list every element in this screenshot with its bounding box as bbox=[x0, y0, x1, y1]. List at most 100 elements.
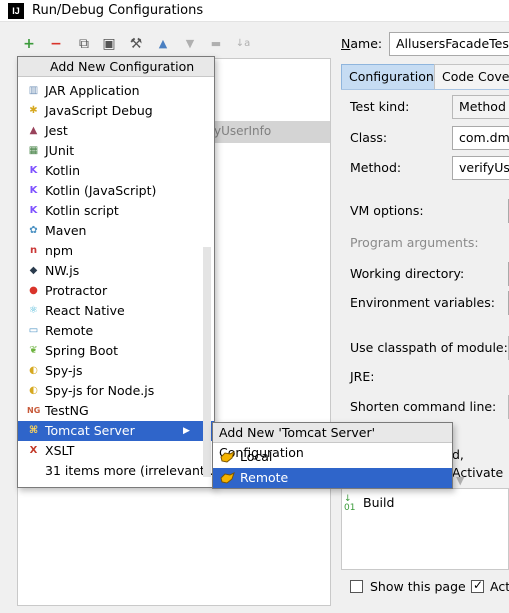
maven-icon: ✿ bbox=[29, 225, 38, 236]
menu-item-label: JavaScript Debug bbox=[45, 103, 153, 118]
menu-item-kotlin-js[interactable]: K Kotlin (JavaScript) bbox=[18, 181, 214, 201]
menu-item-kotlin-script[interactable]: K Kotlin script bbox=[18, 201, 214, 221]
menu-item-spy-js-node[interactable]: ◐ Spy-js for Node.js bbox=[18, 381, 214, 401]
menu-item-maven[interactable]: ✿ Maven bbox=[18, 221, 214, 241]
protractor-icon: ● bbox=[29, 285, 38, 296]
intellij-app-icon: IJ bbox=[8, 3, 24, 19]
nwjs-icon: ◆ bbox=[29, 265, 38, 276]
menu-item-label: Spring Boot bbox=[45, 343, 119, 358]
before-launch-list[interactable]: ↓ 01 Build bbox=[341, 488, 509, 570]
menu-item-kotlin[interactable]: K Kotlin bbox=[18, 161, 214, 181]
kotlin-icon: K bbox=[29, 165, 38, 176]
menu-item-label: XSLT bbox=[45, 443, 75, 458]
menu-item-label: NW.js bbox=[45, 263, 80, 278]
npm-icon: n bbox=[29, 245, 38, 256]
name-field[interactable]: AllusersFacadeTest.v bbox=[389, 32, 509, 56]
name-label: Name: bbox=[341, 36, 383, 51]
program-arguments-label: Program arguments: bbox=[350, 235, 479, 250]
menu-item-label: Kotlin script bbox=[45, 203, 119, 218]
menu-item-npm[interactable]: n npm bbox=[18, 241, 214, 261]
class-label: Class: bbox=[350, 130, 388, 145]
tomcat-server-submenu[interactable]: Add New 'Tomcat Server' Configuration Lo… bbox=[212, 422, 453, 489]
menu-item-js-debug[interactable]: ✱ JavaScript Debug bbox=[18, 101, 214, 121]
menu-item-label: Kotlin (JavaScript) bbox=[45, 183, 157, 198]
sort-icon[interactable]: ↓a bbox=[233, 33, 253, 55]
selected-configuration-row[interactable]: yUserInfo bbox=[214, 121, 330, 143]
menu-item-label: Protractor bbox=[45, 283, 108, 298]
show-this-page-checkbox[interactable] bbox=[350, 580, 363, 593]
jar-icon: ▥ bbox=[28, 85, 39, 96]
window-title: Run/Debug Configurations bbox=[32, 3, 204, 18]
build-icon: ↓ 01 bbox=[344, 494, 356, 513]
menu-item-label: 31 items more (irrelevant)... bbox=[45, 463, 222, 478]
submenu-arrow-icon: ▶ bbox=[183, 426, 190, 436]
copy-icon[interactable]: ⧉ bbox=[74, 33, 94, 55]
tab-underline bbox=[341, 89, 509, 90]
tab-code-coverage[interactable]: Code Cover bbox=[434, 64, 509, 89]
remote-icon: ▭ bbox=[28, 325, 39, 336]
spy-js-node-icon: ◐ bbox=[29, 385, 38, 396]
submenu-header: Add New 'Tomcat Server' Configuration bbox=[213, 423, 452, 460]
menu-item-protractor[interactable]: ● Protractor bbox=[18, 281, 214, 301]
menu-item-nwjs[interactable]: ◆ NW.js bbox=[18, 261, 214, 281]
menu-item-label: Maven bbox=[45, 223, 87, 238]
environment-variables-label: Environment variables: bbox=[350, 295, 495, 310]
react-native-icon: ⚛ bbox=[29, 305, 38, 316]
tomcat-local-icon bbox=[220, 450, 235, 463]
build-item[interactable]: Build bbox=[363, 494, 394, 512]
save-icon[interactable]: ▣ bbox=[99, 33, 119, 55]
selected-configuration-label: yUserInfo bbox=[214, 124, 272, 138]
add-icon[interactable]: + bbox=[19, 33, 39, 55]
popup-scrollbar[interactable] bbox=[203, 247, 211, 477]
move-down-icon[interactable]: ▼ bbox=[180, 33, 200, 55]
kotlin-js-icon: K bbox=[29, 185, 38, 196]
menu-item-react-native[interactable]: ⚛ React Native bbox=[18, 301, 214, 321]
menu-item-label: React Native bbox=[45, 303, 125, 318]
popup-header: Add New Configuration bbox=[18, 57, 214, 77]
activate-tool-window-label: Acti bbox=[490, 579, 509, 594]
menu-item-testng[interactable]: NG TestNG bbox=[18, 401, 214, 421]
menu-item-more-items[interactable]: 31 items more (irrelevant)... bbox=[18, 461, 222, 481]
spring-boot-icon: ❦ bbox=[29, 345, 38, 356]
menu-item-junit[interactable]: ▦ JUnit bbox=[18, 141, 214, 161]
menu-item-label: npm bbox=[45, 243, 74, 258]
class-field[interactable]: com.dms bbox=[452, 126, 509, 150]
tomcat-remote-icon bbox=[220, 471, 235, 484]
menu-item-xslt[interactable]: X XSLT bbox=[18, 441, 214, 461]
kotlin-script-icon: K bbox=[29, 205, 38, 216]
menu-item-label: Tomcat Server bbox=[45, 423, 135, 438]
tomcat-icon: ⌘ bbox=[28, 425, 39, 436]
checkmark-icon: ✓ bbox=[473, 578, 484, 592]
menu-item-spring-boot[interactable]: ❦ Spring Boot bbox=[18, 341, 214, 361]
activate-tool-window-checkbox[interactable]: ✓ bbox=[471, 578, 484, 593]
menu-item-label: JAR Application bbox=[45, 83, 140, 98]
test-kind-select[interactable]: Method bbox=[452, 95, 509, 119]
configurations-toolbar: + − ⧉ ▣ ⚒ ▲ ▼ ▬ ↓a bbox=[0, 33, 270, 55]
edit-defaults-icon[interactable]: ⚒ bbox=[126, 33, 146, 55]
show-this-page-label: Show this page bbox=[370, 579, 466, 594]
menu-item-jar[interactable]: ▥ JAR Application bbox=[18, 81, 214, 101]
jest-icon: ▲ bbox=[29, 125, 38, 136]
method-field[interactable]: verifyUse bbox=[452, 156, 509, 180]
submenu-item-label: Local bbox=[240, 449, 273, 464]
menu-item-remote[interactable]: ▭ Remote bbox=[18, 321, 214, 341]
move-up-icon[interactable]: ▲ bbox=[153, 33, 173, 55]
folder-icon[interactable]: ▬ bbox=[206, 33, 226, 55]
submenu-item-label: Remote bbox=[240, 470, 289, 485]
menu-item-jest[interactable]: ▲ Jest bbox=[18, 121, 214, 141]
menu-item-label: JUnit bbox=[45, 143, 75, 158]
remove-icon[interactable]: − bbox=[46, 33, 66, 55]
tab-configuration[interactable]: Configuration bbox=[341, 64, 442, 89]
classpath-module-label: Use classpath of module: bbox=[350, 340, 508, 355]
method-label: Method: bbox=[350, 160, 402, 175]
menu-item-spy-js[interactable]: ◐ Spy-js bbox=[18, 361, 214, 381]
menu-item-tomcat[interactable]: ⌘ Tomcat Server ▶ bbox=[18, 421, 214, 441]
jre-label: JRE: bbox=[350, 369, 375, 384]
submenu-item-remote[interactable]: Remote bbox=[213, 468, 452, 488]
add-new-configuration-popup[interactable]: Add New Configuration ▥ JAR Application ✱ J… bbox=[17, 56, 222, 488]
title-bar: IJ Run/Debug Configurations bbox=[0, 0, 509, 22]
menu-item-label: Kotlin bbox=[45, 163, 80, 178]
menu-item-label: Remote bbox=[45, 323, 94, 338]
submenu-item-local[interactable]: Local bbox=[213, 447, 452, 467]
menu-item-label: Jest bbox=[45, 123, 68, 138]
